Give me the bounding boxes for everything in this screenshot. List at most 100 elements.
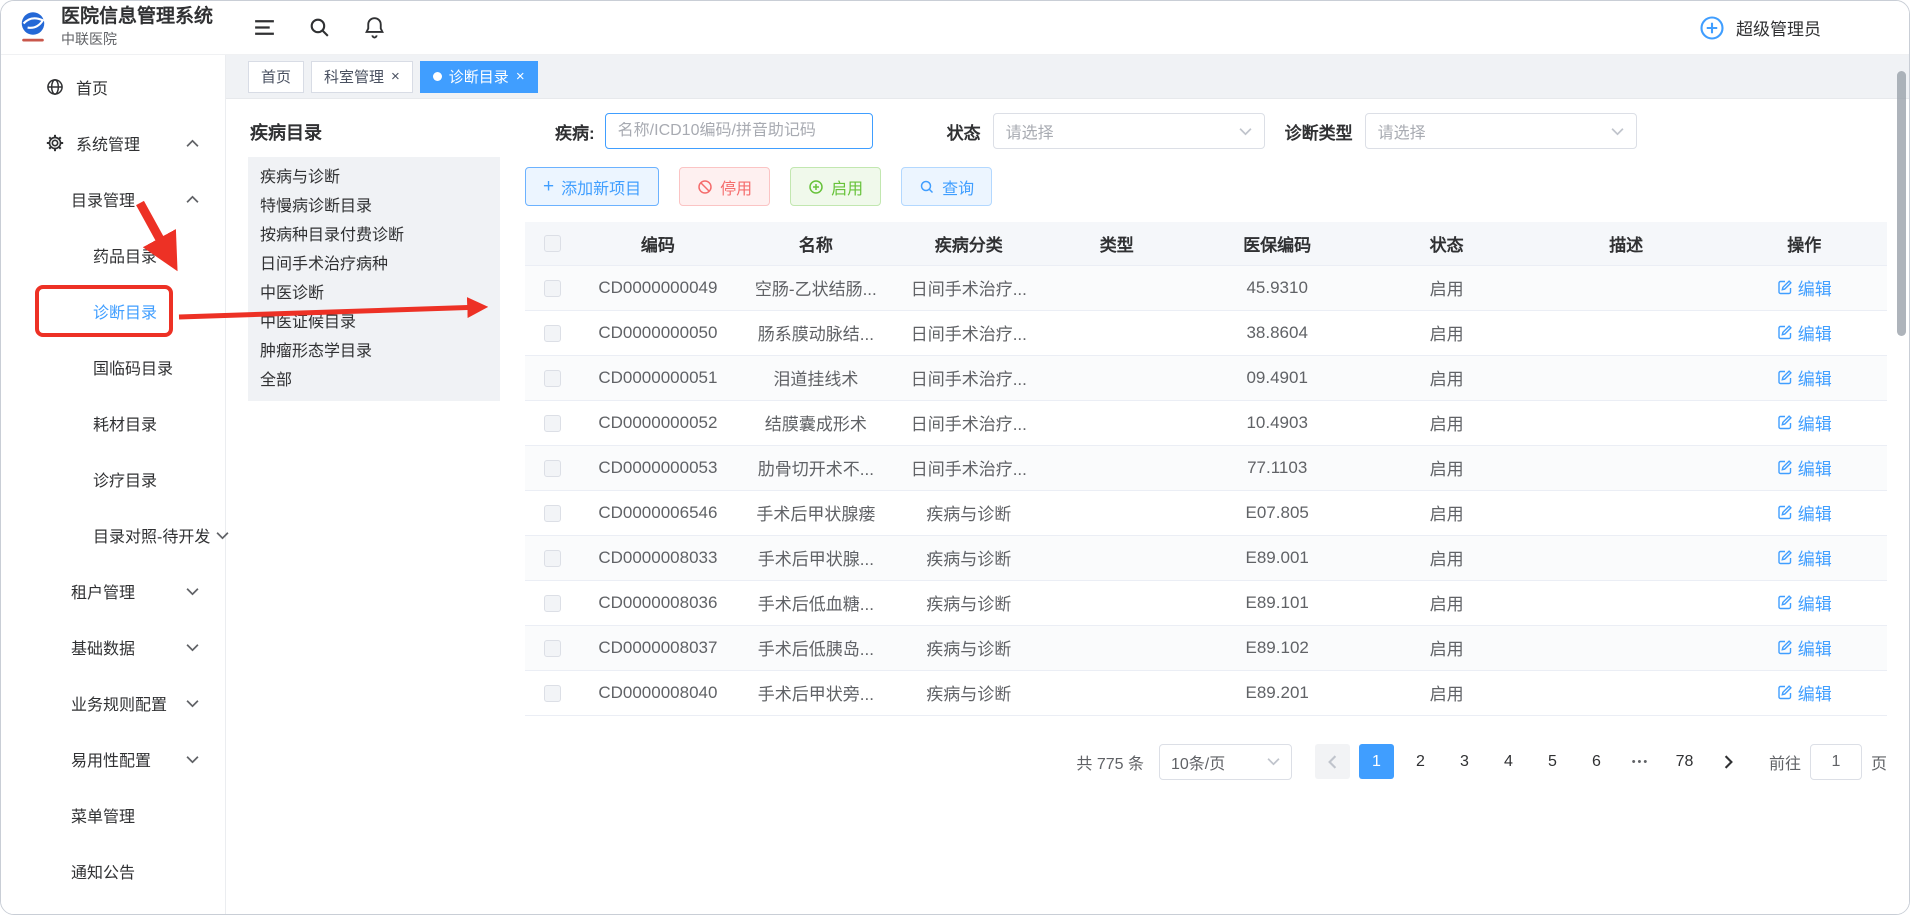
row-checkbox[interactable]	[544, 415, 561, 432]
edit-button[interactable]: 编辑	[1777, 500, 1832, 525]
row-checkbox[interactable]	[544, 460, 561, 477]
cell-status: 启用	[1362, 535, 1530, 580]
cell-insurance-code: 10.4903	[1192, 400, 1363, 445]
page-button-2[interactable]: 2	[1403, 744, 1438, 779]
tab-close-icon[interactable]: ×	[391, 69, 400, 84]
tab-home[interactable]: 首页	[248, 61, 304, 93]
next-page-button[interactable]	[1711, 744, 1746, 779]
edit-button[interactable]: 编辑	[1777, 365, 1832, 390]
chevron-right-icon	[1723, 755, 1734, 769]
catalog-item-all[interactable]: 全部	[248, 366, 500, 395]
sidebar-item-catalog-mapping[interactable]: 目录对照-待开发	[1, 507, 225, 563]
diagnosis-type-select[interactable]: 请选择	[1365, 113, 1637, 149]
sidebar-item-drug-catalog[interactable]: 药品目录	[1, 227, 225, 283]
sidebar-item-business-rules-config[interactable]: 业务规则配置	[1, 675, 225, 731]
sidebar-item-catalog-management[interactable]: 目录管理	[1, 171, 225, 227]
row-checkbox[interactable]	[544, 280, 561, 297]
row-checkbox[interactable]	[544, 595, 561, 612]
chevron-down-icon	[1267, 757, 1280, 766]
user-area[interactable]: 超级管理员	[1698, 14, 1909, 42]
edit-icon	[1777, 369, 1793, 385]
cell-status: 启用	[1362, 445, 1530, 490]
sidebar-item-usability-config[interactable]: 易用性配置	[1, 731, 225, 787]
sidebar-item-home[interactable]: 首页	[1, 59, 225, 115]
brand: 医院信息管理系统 中联医院	[1, 6, 226, 50]
enable-button[interactable]: 启用	[790, 167, 881, 206]
edit-label: 编辑	[1798, 455, 1832, 480]
edit-button[interactable]: 编辑	[1777, 455, 1832, 480]
menu-fold-icon[interactable]	[252, 15, 277, 40]
scrollbar[interactable]	[1897, 71, 1906, 336]
sidebar-item-treatment-catalog[interactable]: 诊疗目录	[1, 451, 225, 507]
edit-button[interactable]: 编辑	[1777, 635, 1832, 660]
layout: 首页 系统管理 目录管理	[1, 55, 1909, 915]
goto-page-input[interactable]	[1810, 744, 1862, 780]
tab-close-icon[interactable]: ×	[516, 69, 525, 84]
gear-icon	[45, 133, 65, 153]
edit-button[interactable]: 编辑	[1777, 275, 1832, 300]
row-checkbox[interactable]	[544, 505, 561, 522]
edit-icon	[1777, 324, 1793, 340]
edit-button[interactable]: 编辑	[1777, 680, 1832, 705]
sidebar-item-diagnosis-catalog[interactable]: 诊断目录	[1, 283, 225, 339]
catalog-item-tcm-diagnosis[interactable]: 中医诊断	[248, 279, 500, 308]
page-button-1[interactable]: 1	[1359, 744, 1394, 779]
page-button-6[interactable]: 6	[1579, 744, 1614, 779]
page-size-select[interactable]: 10条/页	[1159, 744, 1292, 780]
select-all-checkbox[interactable]	[544, 235, 561, 252]
disease-catalog-panel: 疾病目录 疾病与诊断 特慢病诊断目录 按病种目录付费诊断 日间手术治疗病种 中医…	[248, 113, 500, 915]
cell-insurance-code: E89.101	[1192, 580, 1363, 625]
pager-ellipsis[interactable]: •••	[1623, 744, 1658, 779]
bell-icon[interactable]	[362, 15, 387, 40]
cell-category: 日间手术治疗...	[896, 400, 1041, 445]
table-row: CD0000008040 手术后甲状旁... 疾病与诊断 E89.201 启用 …	[525, 670, 1887, 715]
select-placeholder: 请选择	[1378, 119, 1426, 143]
edit-button[interactable]: 编辑	[1777, 410, 1832, 435]
search-icon[interactable]	[307, 15, 332, 40]
edit-button[interactable]: 编辑	[1777, 545, 1832, 570]
sidebar-item-national-clinical-code-catalog[interactable]: 国临码目录	[1, 339, 225, 395]
catalog-item-tcm-syndrome[interactable]: 中医证候目录	[248, 308, 500, 337]
sidebar-item-consumables-catalog[interactable]: 耗材目录	[1, 395, 225, 451]
catalog-item-pay-by-disease[interactable]: 按病种目录付费诊断	[248, 221, 500, 250]
tab-department-management[interactable]: 科室管理 ×	[311, 61, 413, 93]
cell-status: 启用	[1362, 670, 1530, 715]
disease-search-input[interactable]	[618, 122, 860, 140]
row-checkbox[interactable]	[544, 550, 561, 567]
status-select[interactable]: 请选择	[993, 113, 1265, 149]
sidebar-item-menu-management[interactable]: 菜单管理	[1, 787, 225, 843]
page-button-4[interactable]: 4	[1491, 744, 1526, 779]
sidebar-item-basic-data[interactable]: 基础数据	[1, 619, 225, 675]
sidebar-item-notice[interactable]: 通知公告	[1, 843, 225, 899]
edit-label: 编辑	[1798, 635, 1832, 660]
catalog-item-disease-diagnosis[interactable]: 疾病与诊断	[248, 163, 500, 192]
sidebar-item-tenant-management[interactable]: 租户管理	[1, 563, 225, 619]
query-button[interactable]: 查询	[901, 167, 992, 206]
page-button-5[interactable]: 5	[1535, 744, 1570, 779]
edit-button[interactable]: 编辑	[1777, 320, 1832, 345]
disable-button[interactable]: 停用	[679, 167, 770, 206]
row-checkbox[interactable]	[544, 325, 561, 342]
sidebar-item-system-management[interactable]: 系统管理	[1, 115, 225, 171]
cell-description	[1531, 670, 1722, 715]
sidebar-item-label: 目录管理	[71, 187, 135, 211]
add-item-button[interactable]: + 添加新项目	[525, 167, 659, 206]
row-checkbox[interactable]	[544, 685, 561, 702]
row-checkbox[interactable]	[544, 370, 561, 387]
row-checkbox[interactable]	[544, 640, 561, 657]
table-row: CD0000000053 肋骨切开术不... 日间手术治疗... 77.1103…	[525, 445, 1887, 490]
cell-code: CD0000000051	[580, 355, 735, 400]
edit-button[interactable]: 编辑	[1777, 590, 1832, 615]
catalog-item-day-surgery[interactable]: 日间手术治疗病种	[248, 250, 500, 279]
catalog-item-special-chronic[interactable]: 特慢病诊断目录	[248, 192, 500, 221]
cell-description	[1531, 445, 1722, 490]
page-button-3[interactable]: 3	[1447, 744, 1482, 779]
tab-diagnosis-catalog[interactable]: 诊断目录 ×	[420, 61, 538, 93]
prev-page-button[interactable]	[1315, 744, 1350, 779]
catalog-item-tumor-morphology[interactable]: 肿瘤形态学目录	[248, 337, 500, 366]
cell-description	[1531, 265, 1722, 310]
page-button-78[interactable]: 78	[1667, 744, 1702, 779]
col-status: 状态	[1362, 222, 1530, 265]
cell-status: 启用	[1362, 580, 1530, 625]
cell-name: 肠系膜动脉结...	[736, 310, 896, 355]
